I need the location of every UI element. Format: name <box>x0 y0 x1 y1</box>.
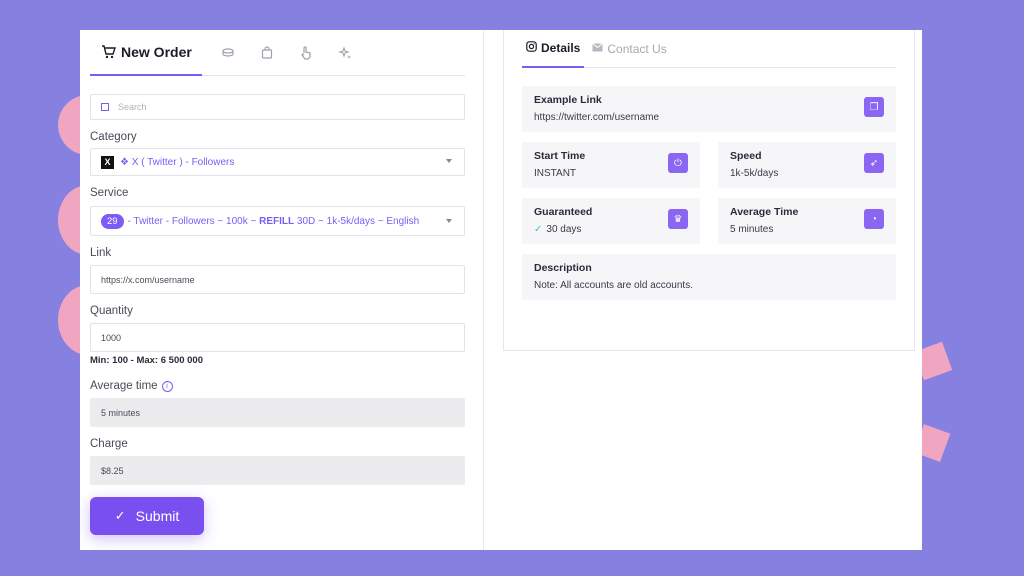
start-time-title: Start Time <box>534 150 586 162</box>
speed-value: 1k-5k/days <box>730 168 779 179</box>
link-placeholder: https://x.com/username <box>101 274 195 285</box>
speed-title: Speed <box>730 150 762 162</box>
guaranteed-card: Guaranteed ✓ 30 days ♛ <box>522 198 700 244</box>
tab-contact-label: Contact Us <box>607 41 667 56</box>
tab-hand[interactable] <box>298 30 319 76</box>
check-icon: ✓ <box>114 508 126 523</box>
guaranteed-value: 30 days <box>546 224 582 235</box>
description-value: Note: All accounts are old accounts. <box>534 280 693 291</box>
order-form: New Order Search Category X ❖ X (Twitte… <box>90 30 465 535</box>
tab-mass-order[interactable] <box>220 30 241 76</box>
details-tabs: Details Contact Us <box>522 30 896 68</box>
service-select[interactable]: 29 - Twitter - Followers ~ 100k ~ REFILL… <box>90 206 465 236</box>
power-icon: ⏻ <box>668 153 688 173</box>
example-link-title: Example Link <box>534 94 602 106</box>
search-placeholder: Search <box>118 102 147 112</box>
envelope-icon <box>592 42 604 55</box>
category-label: Category <box>90 131 137 143</box>
charge-field: $8.25 <box>90 456 465 485</box>
example-link-card: Example Link https://twitter.com/usernam… <box>522 86 896 132</box>
search-input[interactable]: Search <box>90 94 465 120</box>
check-icon: ✓ <box>534 224 543 235</box>
tab-orders[interactable] <box>259 30 280 76</box>
chevron-down-icon <box>446 159 452 163</box>
stack-icon <box>220 45 236 61</box>
chevron-down-icon <box>446 219 452 223</box>
quantity-input[interactable]: 1000 <box>90 323 465 352</box>
tab-new-order[interactable]: New Order <box>90 30 202 76</box>
average-time-label: Average time i <box>90 380 173 392</box>
average-time-title: Average Time <box>730 206 799 218</box>
category-value: ❖ X ( Twitter ) - Followers <box>120 156 235 168</box>
order-tabs: New Order <box>90 30 465 76</box>
speed-card: Speed 1k-5k/days ➶ <box>718 142 896 188</box>
start-time-card: Start Time INSTANT ⏻ <box>522 142 700 188</box>
crown-icon: ♛ <box>668 209 688 229</box>
hand-pointer-icon <box>298 45 314 61</box>
submit-button[interactable]: ✓ Submit <box>90 497 204 535</box>
example-link-value: https://twitter.com/username <box>534 112 660 123</box>
tab-details[interactable]: Details <box>522 30 585 68</box>
quantity-label: Quantity <box>90 305 133 317</box>
description-title: Description <box>534 262 592 274</box>
order-card: New Order Search Category X ❖ X (Twitte… <box>80 30 922 550</box>
guaranteed-value-row: ✓ 30 days <box>534 224 581 235</box>
service-text-post: 30D ~ 1k-5k/days ~ English <box>294 215 420 227</box>
info-icon[interactable]: i <box>161 381 173 392</box>
quantity-limits: Min: 100 - Max: 6 500 000 <box>90 355 203 366</box>
description-card: Description Note: All accounts are old a… <box>522 254 896 300</box>
service-text-pre: - Twitter - Followers ~ 100k ~ <box>127 215 260 227</box>
details-panel: Details Contact Us Example Link https://… <box>503 30 915 351</box>
submit-label: Submit <box>135 508 180 524</box>
tab-details-label: Details <box>541 40 581 55</box>
rocket-icon: ➶ <box>864 153 884 173</box>
average-time-detail-value: 5 minutes <box>730 224 774 235</box>
service-label: Service <box>90 187 129 199</box>
charge-value: $8.25 <box>101 465 124 476</box>
average-time-label-text: Average time <box>90 380 158 392</box>
tab-sparkles[interactable] <box>337 30 358 76</box>
average-time-card: Average Time 5 minutes ◔ <box>718 198 896 244</box>
average-time-value: 5 minutes <box>101 407 141 418</box>
quantity-value: 1000 <box>101 332 122 343</box>
link-input[interactable]: https://x.com/username <box>90 265 465 294</box>
category-select[interactable]: X ❖ X ( Twitter ) - Followers <box>90 148 465 176</box>
bag-icon <box>259 45 275 61</box>
charge-label: Charge <box>90 438 128 450</box>
tab-new-order-label: New Order <box>121 43 192 60</box>
service-id-badge: 29 <box>101 213 124 229</box>
sparkles-icon <box>337 45 353 61</box>
start-time-value: INSTANT <box>534 168 577 179</box>
average-time-field: 5 minutes <box>90 398 465 427</box>
instagram-icon <box>526 40 537 55</box>
service-text-bold: REFILL <box>259 215 295 227</box>
x-logo-icon: X <box>101 155 114 169</box>
guaranteed-title: Guaranteed <box>534 206 593 218</box>
speedometer-icon: ◔ <box>864 209 884 229</box>
copy-icon[interactable]: ❐ <box>864 97 884 117</box>
service-value: - Twitter - Followers ~ 100k ~ REFILL 30… <box>128 216 438 227</box>
search-icon <box>101 103 109 111</box>
cart-icon <box>100 44 116 60</box>
tab-contact-us[interactable]: Contact Us <box>592 30 667 68</box>
link-label: Link <box>90 247 112 259</box>
panel-divider <box>483 30 484 550</box>
